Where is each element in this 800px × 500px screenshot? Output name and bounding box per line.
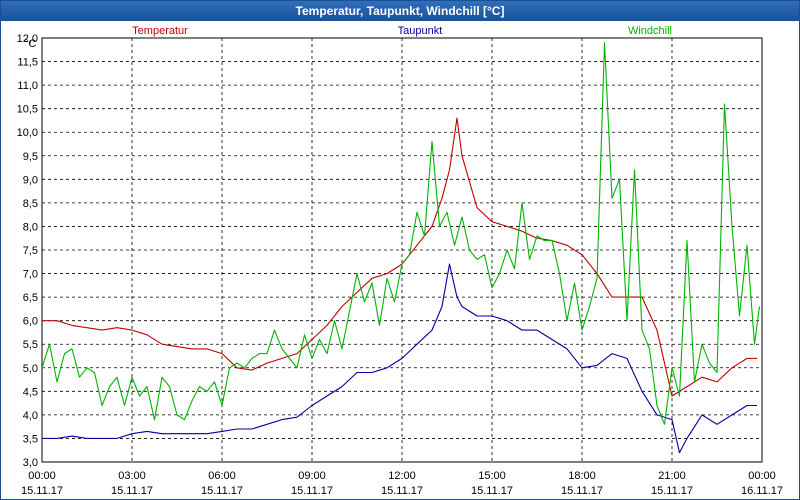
y-tick-label: 7,5 bbox=[23, 245, 38, 257]
y-tick-label: 3,0 bbox=[23, 457, 38, 469]
y-tick-label: 11,5 bbox=[17, 57, 38, 69]
y-tick-label: 11,0 bbox=[17, 80, 38, 92]
y-axis-unit-label: °C bbox=[24, 38, 36, 50]
x-tick-time-label: 03:00 bbox=[118, 470, 146, 482]
y-tick-label: 6,0 bbox=[23, 316, 38, 328]
x-tick-date-label: 15.11.17 bbox=[381, 485, 423, 497]
x-tick-time-label: 00:00 bbox=[28, 470, 56, 482]
x-tick-time-label: 12:00 bbox=[388, 470, 416, 482]
x-tick-date-label: 15.11.17 bbox=[471, 485, 513, 497]
y-tick-label: 4,5 bbox=[23, 386, 38, 398]
legend-label-windchill: Windchill bbox=[628, 25, 672, 37]
y-tick-label: 3,5 bbox=[23, 433, 38, 445]
y-tick-label: 7,0 bbox=[23, 269, 38, 281]
y-tick-label: 8,5 bbox=[23, 198, 38, 210]
x-tick-date-label: 15.11.17 bbox=[561, 485, 603, 497]
y-tick-label: 9,0 bbox=[23, 174, 38, 186]
y-tick-label: 5,5 bbox=[23, 339, 38, 351]
x-tick-time-label: 09:00 bbox=[298, 470, 326, 482]
line-chart: 3,0 3,5 4,0 4,5 5,0 5,5 6,0 6,5 7,0 7,5 8,0 8,5 9,0 9… bbox=[17, 25, 783, 497]
y-tick-label: 10,0 bbox=[17, 127, 38, 139]
y-tick-label: 4,0 bbox=[23, 410, 38, 422]
y-tick-label: 6,5 bbox=[23, 292, 38, 304]
y-tick-label: 8,0 bbox=[23, 221, 38, 233]
x-tick-time-label: 18:00 bbox=[568, 470, 596, 482]
x-tick-time-label: 06:00 bbox=[208, 470, 236, 482]
y-tick-label: 5,0 bbox=[23, 363, 38, 375]
x-tick-date-label: 15.11.17 bbox=[201, 485, 243, 497]
x-tick-date-label: 15.11.17 bbox=[111, 485, 153, 497]
y-tick-label: 9,5 bbox=[23, 151, 38, 163]
x-tick-time-label: 15:00 bbox=[478, 470, 506, 482]
legend-label-taupunkt: Taupunkt bbox=[398, 25, 443, 37]
y-tick-label: 10,5 bbox=[17, 104, 38, 116]
x-tick-date-label: 16.11.17 bbox=[741, 485, 783, 497]
x-tick-time-label: 21:00 bbox=[658, 470, 686, 482]
legend: Temperatur Taupunkt Windchill bbox=[132, 25, 672, 37]
x-tick-time-label: 00:00 bbox=[748, 470, 776, 482]
x-tick-date-label: 15.11.17 bbox=[291, 485, 333, 497]
legend-label-temperatur: Temperatur bbox=[132, 25, 188, 37]
x-tick-date-label: 15.11.17 bbox=[651, 485, 693, 497]
x-tick-date-label: 15.11.17 bbox=[21, 485, 63, 497]
